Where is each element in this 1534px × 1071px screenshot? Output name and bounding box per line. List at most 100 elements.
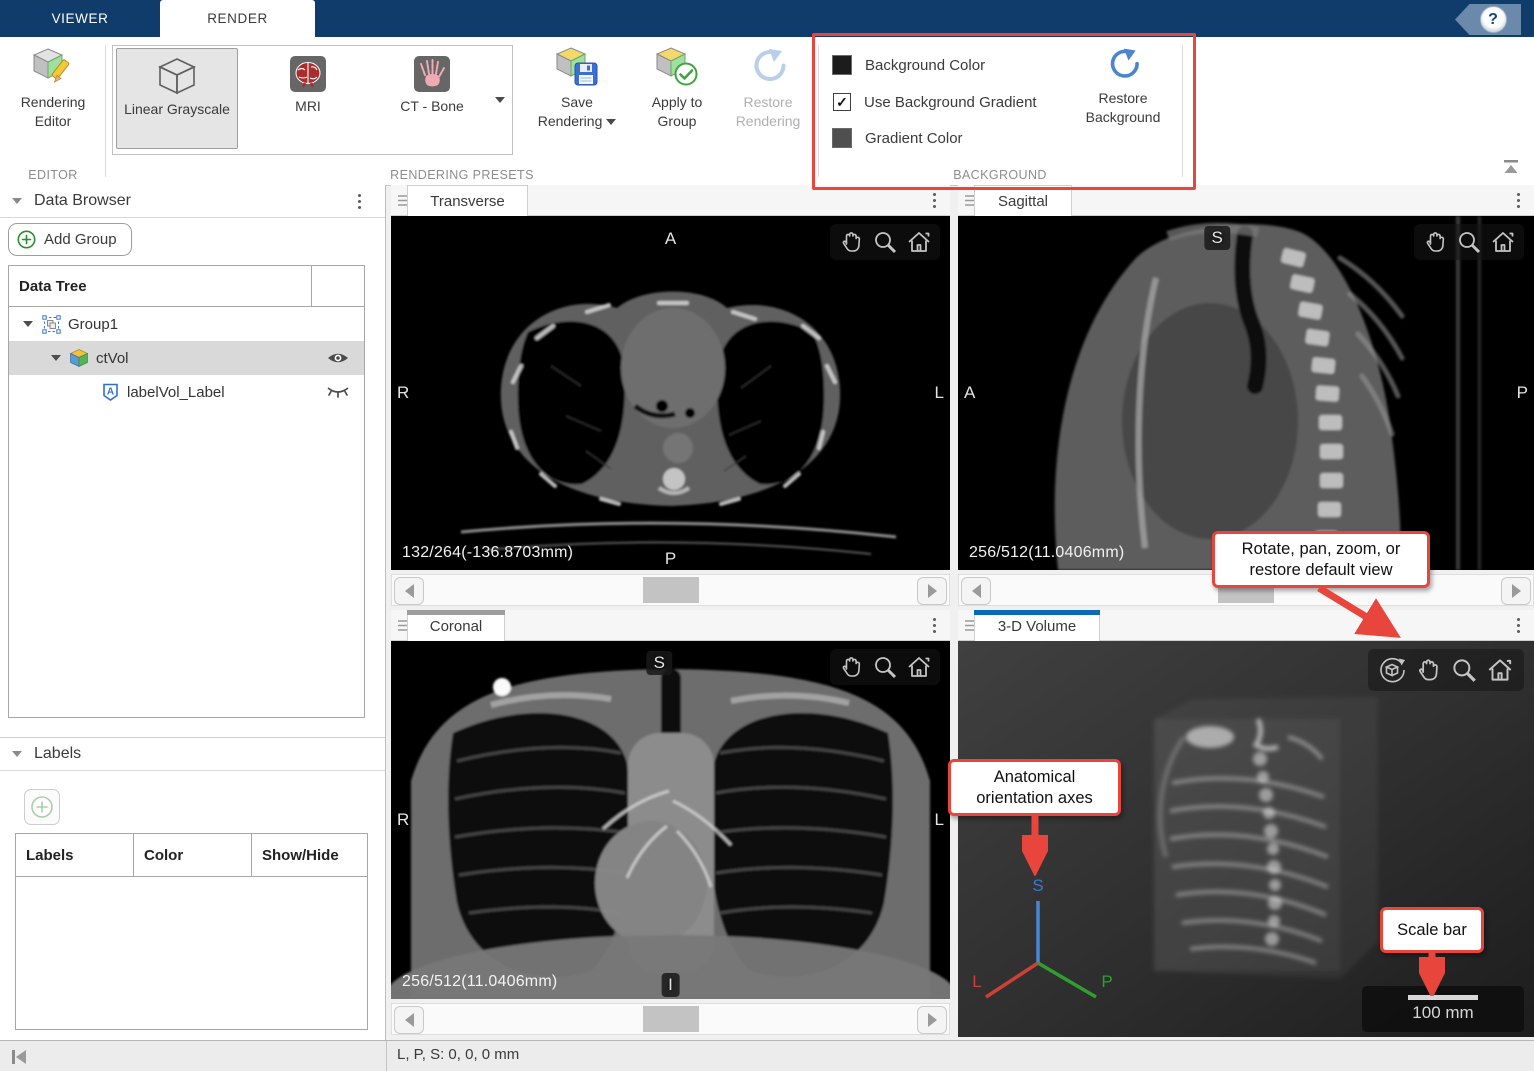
orientation-label-superior: S (647, 651, 672, 675)
pan-hand-icon[interactable] (837, 653, 865, 681)
preset-mri[interactable]: MRI (253, 48, 363, 149)
tab-coronal[interactable]: Coronal (407, 610, 505, 641)
add-group-button[interactable]: Add Group (8, 223, 132, 256)
background-color-label: Background Color (865, 57, 985, 74)
pan-hand-icon[interactable] (1413, 655, 1443, 685)
zoom-magnifier-icon[interactable] (1449, 655, 1479, 685)
use-background-gradient-checkbox[interactable] (833, 93, 851, 111)
scrollbar-thumb[interactable] (643, 1006, 699, 1032)
use-background-gradient-label: Use Background Gradient (864, 94, 1037, 111)
chevron-down-icon (495, 97, 505, 103)
sagittal-slice-readout: 256/512(11.0406mm) (969, 544, 1124, 562)
preset-ct-bone-label: CT - Bone (400, 97, 464, 115)
preset-ct-bone[interactable]: CT - Bone (371, 48, 493, 149)
apply-to-group-icon (654, 45, 700, 89)
preset-linear-grayscale[interactable]: Linear Grayscale (116, 48, 238, 149)
tab-transverse[interactable]: Transverse (407, 185, 528, 216)
coronal-slice-readout: 256/512(11.0406mm) (402, 973, 557, 991)
sagittal-viewport[interactable]: S A P 256/512(11.0406mm) (958, 216, 1534, 570)
labels-title: Labels (34, 745, 81, 763)
collapse-node-icon[interactable] (23, 321, 33, 327)
coronal-scrollbar[interactable] (391, 1003, 950, 1035)
tree-row-group1[interactable]: Group1 (9, 307, 364, 341)
save-rendering-button[interactable]: Save Rendering (527, 45, 627, 131)
sagittal-slice-image (958, 216, 1534, 570)
apply-to-group-button[interactable]: Apply to Group (632, 45, 722, 131)
orientation-label-inferior: I (661, 973, 680, 997)
visibility-eye-open-icon[interactable] (326, 347, 350, 372)
zoom-magnifier-icon[interactable] (871, 228, 899, 256)
callout-anatomical-axes: Anatomical orientation axes (948, 759, 1121, 816)
apply-to-group-label: Apply to Group (632, 93, 722, 131)
gradient-color-row[interactable]: Gradient Color (832, 128, 963, 148)
scroll-right-button[interactable] (917, 577, 947, 605)
restore-rendering-icon (746, 45, 790, 89)
data-tree-table: Data Tree Group1 (8, 265, 365, 718)
callout-scale-bar: Scale bar (1380, 907, 1484, 953)
transverse-scrollbar[interactable] (391, 574, 950, 606)
tab-viewer[interactable]: VIEWER (0, 0, 160, 37)
visibility-eye-closed-icon[interactable] (326, 385, 350, 404)
volume-cube-icon (69, 348, 89, 368)
plus-circle-icon (30, 795, 54, 819)
use-background-gradient-row[interactable]: Use Background Gradient (832, 92, 1037, 112)
add-label-button[interactable] (24, 789, 60, 825)
preset-mri-label: MRI (295, 97, 321, 115)
tab-sagittal[interactable]: Sagittal (974, 185, 1072, 216)
tree-row-labelvol[interactable]: A labelVol_Label (9, 375, 364, 409)
sagittal-menu-icon[interactable] (1517, 193, 1520, 208)
data-browser-menu-icon[interactable] (358, 194, 361, 209)
transverse-slice-readout: 132/264(-136.8703mm) (402, 544, 573, 562)
scroll-right-button[interactable] (917, 1006, 947, 1034)
zoom-magnifier-icon[interactable] (871, 653, 899, 681)
home-restore-view-icon[interactable] (905, 228, 933, 256)
background-color-row[interactable]: Background Color (832, 55, 985, 75)
tree-row-ctvol[interactable]: ctVol (9, 341, 364, 375)
orientation-label-right: R (397, 383, 409, 403)
labels-col-header: Labels (26, 847, 74, 864)
axis-label-posterior: P (1101, 972, 1112, 991)
home-restore-view-icon[interactable] (1485, 655, 1515, 685)
background-color-swatch[interactable] (832, 55, 852, 75)
scrollbar-thumb[interactable] (643, 577, 699, 603)
tab-render[interactable]: RENDER (160, 0, 315, 37)
coronal-viewport[interactable]: S R L I 256/512(11.0406mm) (391, 641, 950, 999)
pan-hand-icon[interactable] (837, 228, 865, 256)
scroll-left-button[interactable] (394, 1006, 424, 1034)
sagittal-tabbar: Sagittal (958, 185, 1534, 216)
orientation-label-superior: S (1205, 226, 1230, 250)
collapse-panel-icon[interactable] (9, 1047, 29, 1067)
collapse-toolstrip-button[interactable] (1500, 158, 1522, 179)
group-icon (42, 315, 61, 334)
scroll-right-button[interactable] (1501, 577, 1531, 605)
zoom-magnifier-icon[interactable] (1455, 228, 1483, 256)
scroll-left-button[interactable] (961, 577, 991, 605)
presets-gallery-dropdown[interactable] (488, 45, 513, 155)
coronal-menu-icon[interactable] (933, 618, 936, 633)
pan-hand-icon[interactable] (1421, 228, 1449, 256)
transverse-viewport[interactable]: A R L P 132/264(-136.8703mm) (391, 216, 950, 570)
volume-menu-icon[interactable] (1517, 618, 1520, 633)
tab-coronal-label: Coronal (430, 618, 483, 635)
data-tree-header: Data Tree (19, 278, 87, 295)
transverse-menu-icon[interactable] (933, 193, 936, 208)
home-restore-view-icon[interactable] (905, 653, 933, 681)
rendering-editor-button[interactable]: Rendering Editor (8, 45, 98, 131)
collapse-section-icon[interactable] (12, 198, 22, 204)
home-restore-view-icon[interactable] (1489, 228, 1517, 256)
color-col-header: Color (144, 847, 183, 864)
scale-bar-label: 100 mm (1412, 1003, 1473, 1023)
collapse-section-icon[interactable] (12, 751, 22, 757)
rotate-3d-icon[interactable] (1377, 655, 1407, 685)
scroll-left-button[interactable] (394, 577, 424, 605)
tab-3d-volume[interactable]: 3-D Volume (974, 610, 1100, 641)
gradient-color-swatch[interactable] (832, 128, 852, 148)
ct-bone-hand-icon (413, 55, 451, 93)
mri-brain-icon (289, 55, 327, 93)
rendering-editor-label: Rendering Editor (8, 93, 98, 131)
restore-background-icon (1103, 45, 1143, 85)
restore-background-button[interactable]: Restore Background (1062, 45, 1184, 127)
volume-viewport[interactable]: S L P 100 mm (958, 641, 1534, 1037)
help-button[interactable]: ? (1455, 4, 1521, 35)
collapse-node-icon[interactable] (51, 355, 61, 361)
